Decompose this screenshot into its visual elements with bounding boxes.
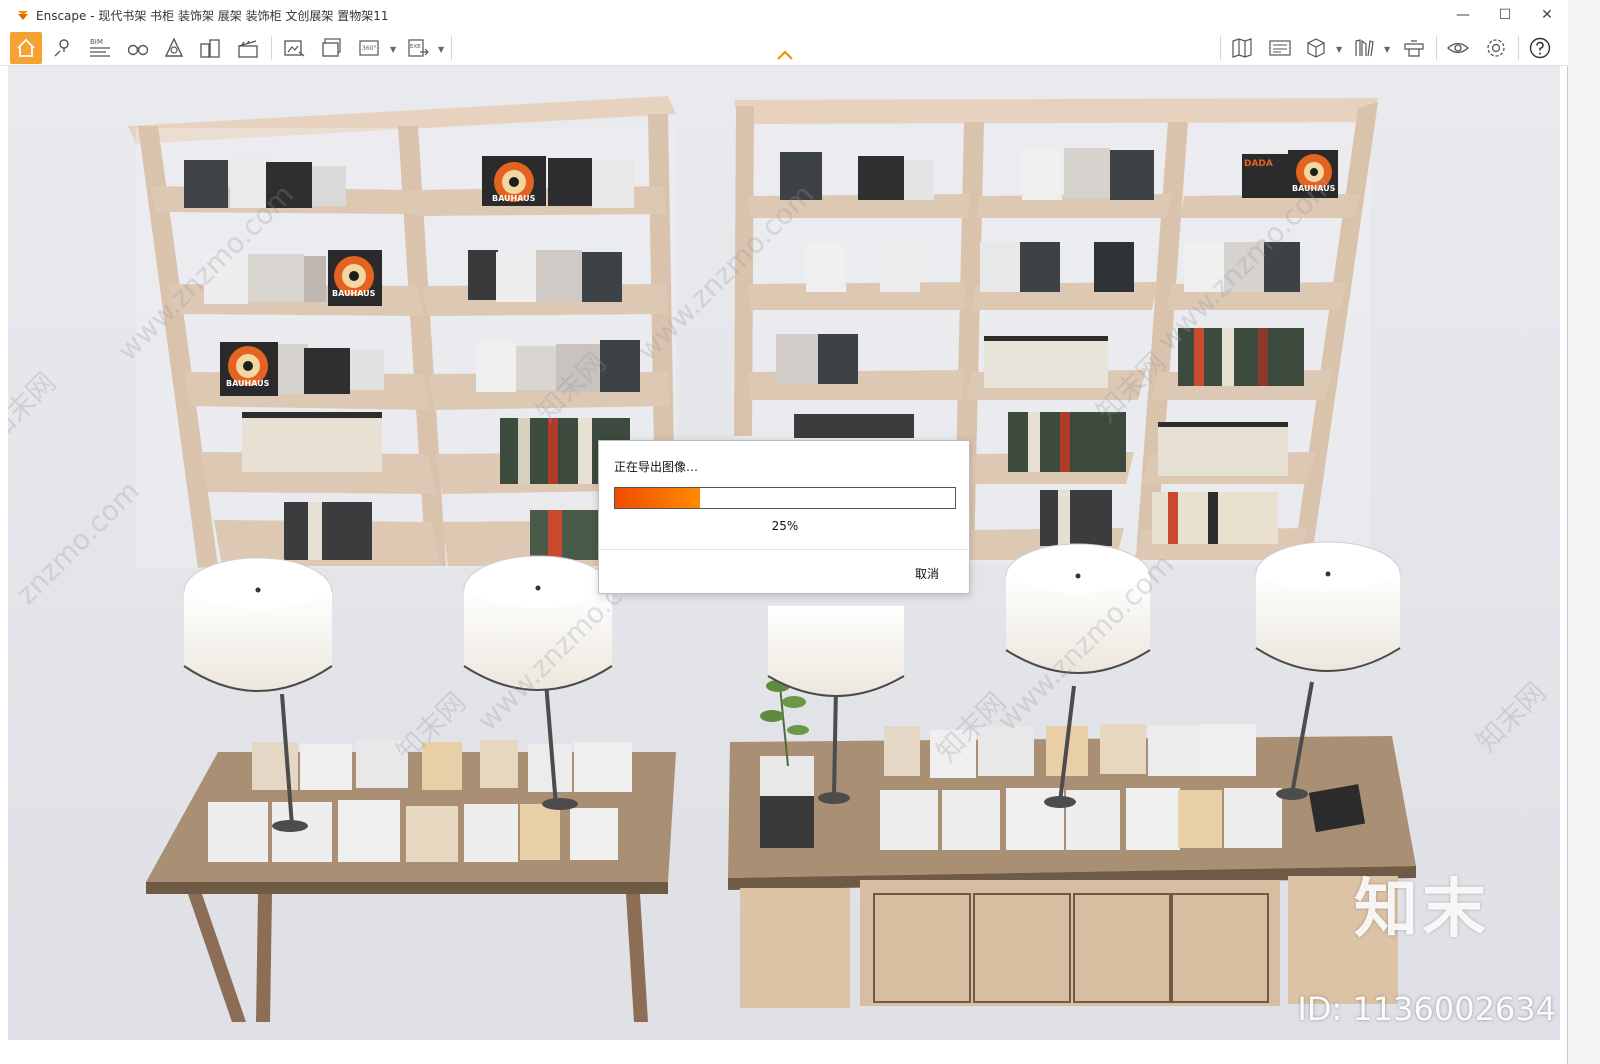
toolbar-separator <box>271 36 272 60</box>
export-exe-icon: EXE <box>408 39 429 57</box>
progress-percent: 25% <box>771 519 799 533</box>
bim-button[interactable]: BIM <box>84 32 116 64</box>
location-pin-icon <box>54 39 69 57</box>
toolbar-separator <box>1220 36 1221 60</box>
panorama-button[interactable]: 360° <box>354 32 386 64</box>
render-image-icon <box>284 40 305 57</box>
cube-icon <box>1307 38 1325 58</box>
panorama-360-icon: 360° <box>359 40 379 56</box>
window-title: Enscape - 现代书架 书柜 装饰架 展架 装饰柜 文创展架 置物架11 <box>36 8 389 23</box>
batch-render-icon <box>322 38 341 57</box>
video-editor-button[interactable] <box>232 32 264 64</box>
batch-render-button[interactable] <box>316 32 348 64</box>
library-dropdown-caret[interactable]: ▼ <box>1384 45 1390 54</box>
assets-icon <box>164 37 184 57</box>
svg-text:BIM: BIM <box>90 38 103 46</box>
export-exe-button[interactable]: EXE <box>402 32 434 64</box>
svg-text:BAUHAUS: BAUHAUS <box>226 379 270 388</box>
cancel-button[interactable]: 取消 <box>915 565 939 582</box>
panorama-dropdown-caret[interactable]: ▼ <box>390 45 396 54</box>
collapse-toolbar-chevron-icon[interactable] <box>776 48 794 62</box>
location-button[interactable] <box>46 32 78 64</box>
map-icon <box>1232 38 1252 58</box>
book-spines-left-1 <box>242 412 382 472</box>
home-icon <box>17 38 35 57</box>
toolbar-separator <box>1436 36 1437 60</box>
views-button[interactable] <box>1264 32 1296 64</box>
render-viewport[interactable]: BAUHAUS BAUHAUS BAUHAUS DADA BAUHAUS www… <box>8 66 1560 1040</box>
assets-button[interactable] <box>158 32 190 64</box>
export-progress-dialog: 正在导出图像… 25% 取消 <box>598 440 970 594</box>
export-dropdown-caret[interactable]: ▼ <box>438 45 444 54</box>
svg-text:360°: 360° <box>362 45 376 52</box>
dialog-divider <box>599 549 969 550</box>
brand-watermark: 知末 <box>1354 873 1490 947</box>
buildings-icon <box>200 39 220 58</box>
progress-fill <box>615 488 700 508</box>
library-icon <box>1355 39 1374 57</box>
binoculars-button[interactable] <box>122 32 154 64</box>
render-image-button[interactable] <box>278 32 310 64</box>
help-button[interactable] <box>1524 32 1556 64</box>
capture-icon <box>1404 40 1424 57</box>
bim-icon: BIM <box>90 38 110 57</box>
settings-icon <box>1487 39 1505 57</box>
id-watermark: ID: 1136002634 <box>1297 990 1556 1028</box>
clapper-icon <box>238 40 258 58</box>
object-dropdown-caret[interactable]: ▼ <box>1336 45 1342 54</box>
dialog-title: 正在导出图像… <box>614 460 699 474</box>
svg-text:BAUHAUS: BAUHAUS <box>492 194 536 203</box>
svg-text:BAUHAUS: BAUHAUS <box>332 289 376 298</box>
library-button[interactable] <box>1348 32 1380 64</box>
object-button[interactable] <box>1300 32 1332 64</box>
map-button[interactable] <box>1226 32 1258 64</box>
close-button[interactable]: ✕ <box>1526 0 1568 30</box>
toolbar-separator <box>451 36 452 60</box>
maximize-button[interactable]: ☐ <box>1484 0 1526 30</box>
export-progress-bar <box>614 487 956 509</box>
visual-settings-button[interactable] <box>1442 32 1474 64</box>
views-icon <box>1269 40 1291 56</box>
enscape-logo-icon <box>18 11 28 20</box>
settings-button[interactable] <box>1480 32 1512 64</box>
svg-text:DADA: DADA <box>1244 159 1273 169</box>
home-button[interactable] <box>10 32 42 64</box>
visibility-icon <box>1447 42 1469 54</box>
buildings-button[interactable] <box>194 32 226 64</box>
binoculars-icon <box>127 44 149 56</box>
capture-button[interactable] <box>1398 32 1430 64</box>
window-controls: — ☐ ✕ <box>1442 0 1568 30</box>
enscape-window: Enscape - 现代书架 书柜 装饰架 展架 装饰柜 文创展架 置物架11 … <box>0 0 1568 1064</box>
help-icon <box>1529 37 1551 59</box>
minimize-button[interactable]: — <box>1442 0 1484 30</box>
left-bookshelf: BAUHAUS BAUHAUS BAUHAUS <box>128 96 676 568</box>
title-bar: Enscape - 现代书架 书柜 装饰架 展架 装饰柜 文创展架 置物架11 … <box>0 0 1568 30</box>
toolbar-separator <box>1518 36 1519 60</box>
svg-text:EXE: EXE <box>410 44 421 50</box>
